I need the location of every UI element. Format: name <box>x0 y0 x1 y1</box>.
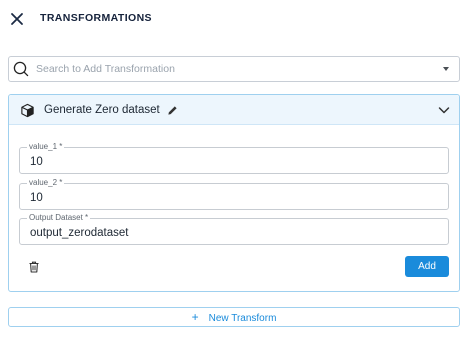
add-button[interactable]: Add <box>405 256 449 277</box>
output-dataset-field[interactable]: Output Dataset * <box>19 213 449 245</box>
new-transform-label: New Transform <box>208 313 277 324</box>
value-2-label: value_2 * <box>27 178 65 188</box>
output-dataset-input[interactable] <box>30 225 430 241</box>
search-input[interactable] <box>36 60 436 78</box>
card-header[interactable]: Generate Zero dataset <box>9 95 459 125</box>
value-1-input[interactable] <box>30 154 430 170</box>
pencil-icon[interactable] <box>167 105 178 116</box>
chevron-down-icon[interactable] <box>443 67 449 71</box>
value-1-field[interactable]: value_1 * <box>19 142 449 174</box>
new-transform-button[interactable]: + New Transform <box>8 307 460 327</box>
cube-icon <box>21 103 34 118</box>
panel-header: TRANSFORMATIONS <box>0 0 474 38</box>
search-icon <box>13 61 29 77</box>
value-1-label: value_1 * <box>27 142 65 152</box>
value-2-field[interactable]: value_2 * <box>19 178 449 210</box>
transformation-search[interactable] <box>8 56 460 82</box>
plus-icon: + <box>191 310 199 324</box>
transformation-title: Generate Zero dataset <box>44 104 160 116</box>
output-dataset-label: Output Dataset * <box>27 213 91 223</box>
close-icon[interactable] <box>8 10 26 28</box>
chevron-up-icon[interactable] <box>438 105 450 115</box>
value-2-input[interactable] <box>30 190 430 206</box>
transformation-card: Generate Zero dataset value_1 * value_2 … <box>8 94 460 292</box>
trash-icon[interactable] <box>28 261 40 273</box>
panel-title: TRANSFORMATIONS <box>40 12 152 24</box>
